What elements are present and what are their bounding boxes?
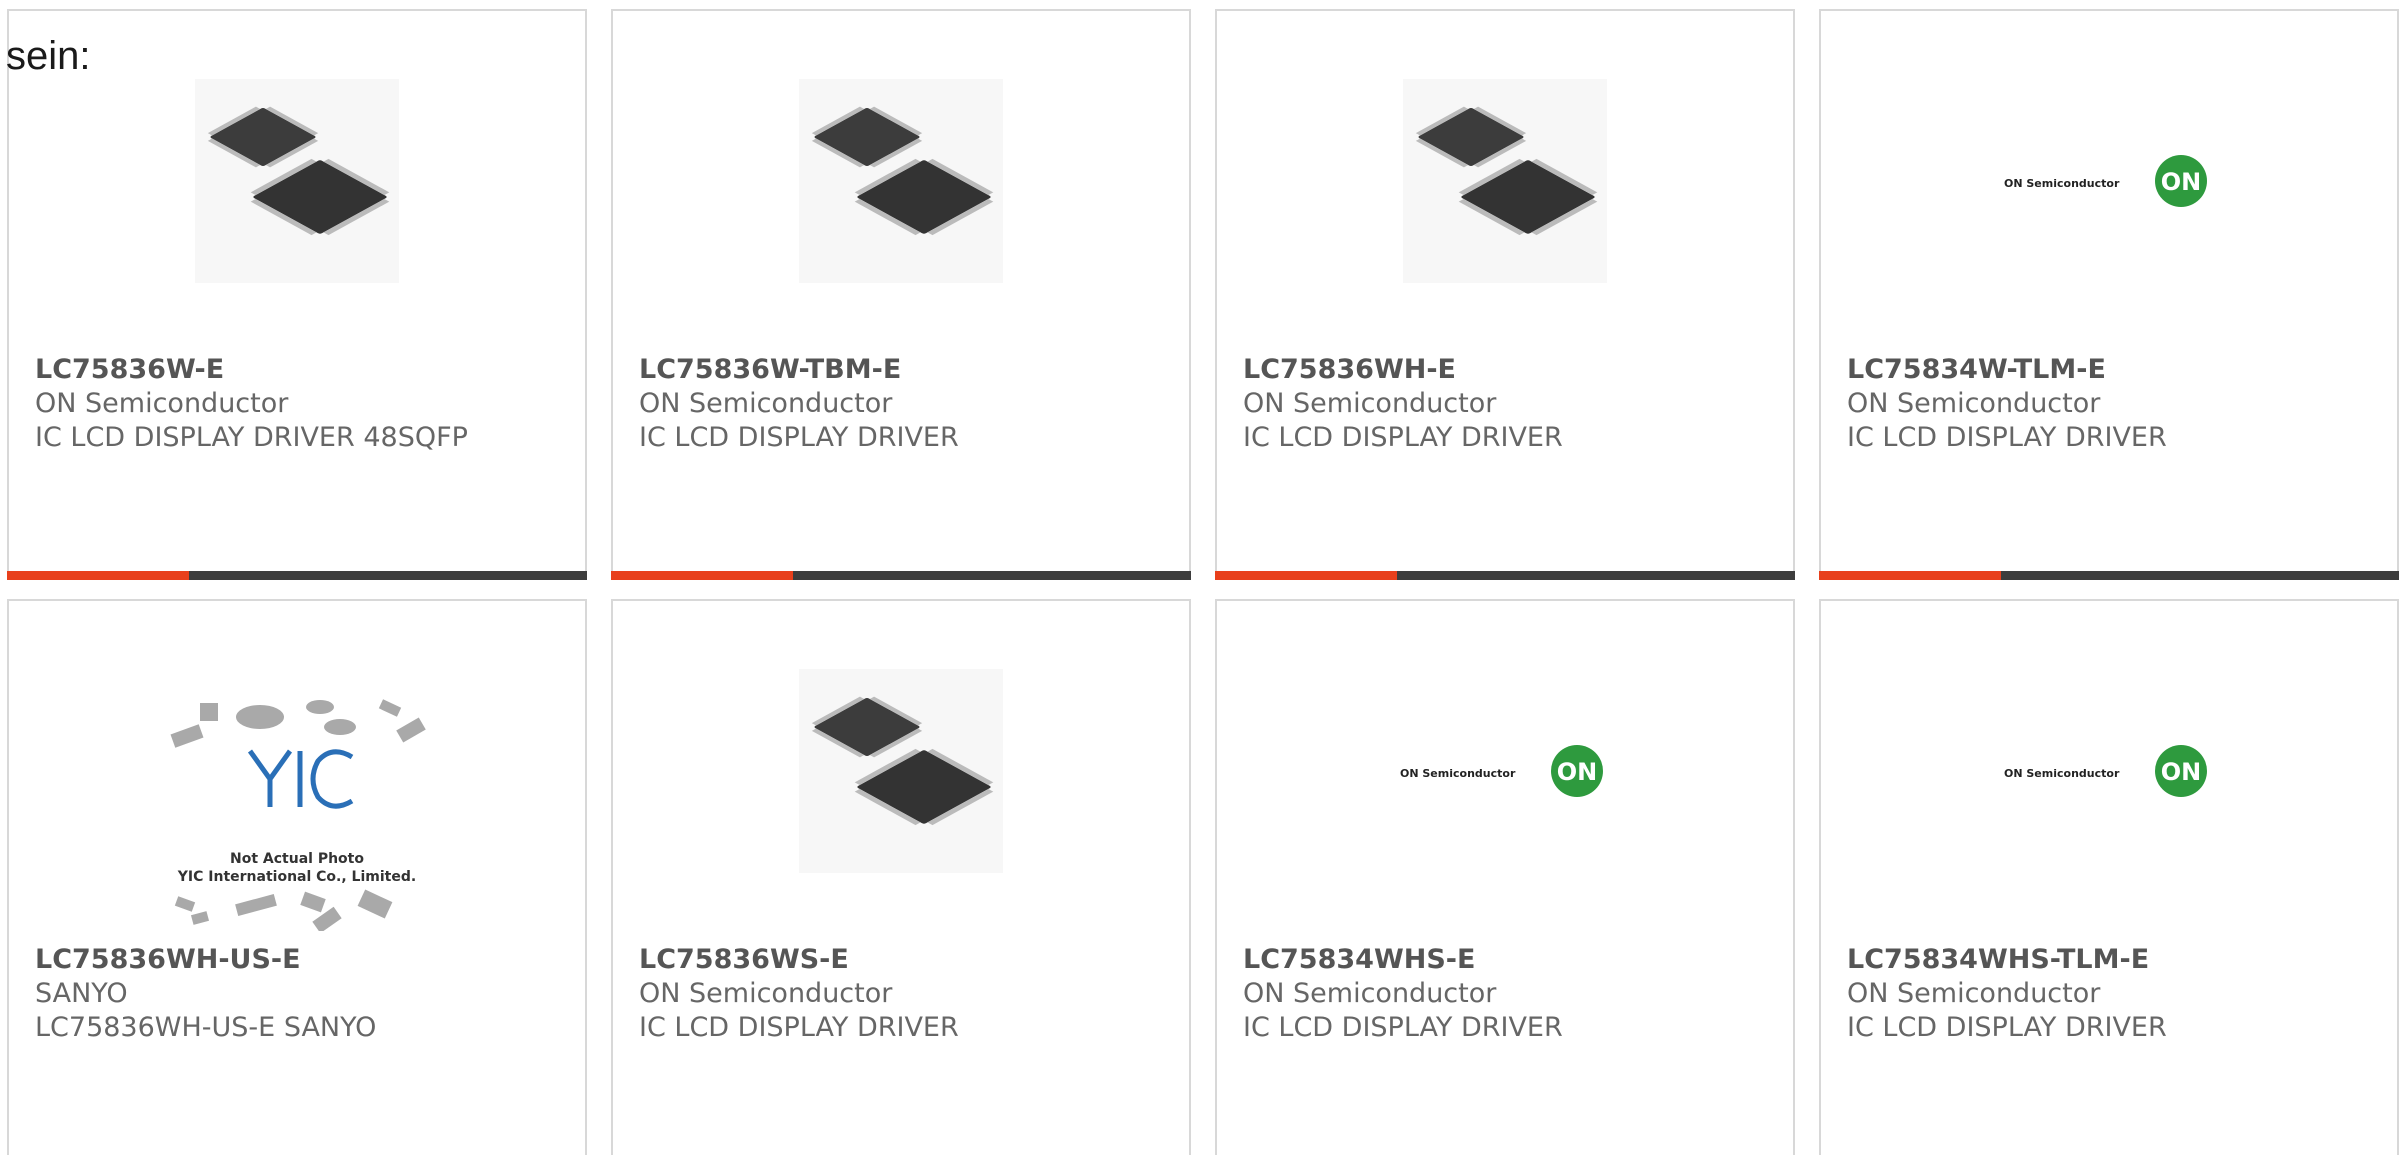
- manufacturer-label: ON Semiconductor: [35, 388, 289, 419]
- intro-text: sein:: [6, 34, 91, 78]
- product-card[interactable]: LC75836WH-E ON Semiconductor IC LCD DISP…: [1215, 9, 1795, 580]
- card-footer-bar: [1215, 571, 1795, 580]
- part-number-link[interactable]: LC75834WHS-E: [1243, 943, 1563, 977]
- part-number-link[interactable]: LC75834WHS-TLM-E: [1847, 943, 2167, 977]
- product-image[interactable]: Not Actual Photo YIC International Co., …: [9, 695, 585, 931]
- product-image[interactable]: [1217, 79, 1793, 283]
- card-accent-bar: [611, 571, 793, 580]
- part-number-link[interactable]: LC75836W-TBM-E: [639, 353, 959, 387]
- card-footer-bar: [7, 571, 587, 580]
- on-semiconductor-logo: ON Semiconductor ON: [2004, 745, 2207, 797]
- manufacturer-label: ON Semiconductor: [639, 978, 893, 1009]
- product-image[interactable]: ON Semiconductor ON: [1821, 669, 2397, 873]
- manufacturer-label: SANYO: [35, 978, 128, 1009]
- on-badge-text: ON: [1557, 758, 1598, 786]
- chip-package-photo: [1403, 79, 1607, 283]
- product-info: LC75834W-TLM-E ON Semiconductor IC LCD D…: [1847, 353, 2167, 455]
- chip-package-photo: [195, 79, 399, 283]
- product-card[interactable]: Not Actual Photo YIC International Co., …: [7, 599, 587, 1155]
- description-label: IC LCD DISPLAY DRIVER: [1847, 1012, 2167, 1043]
- on-semiconductor-logo: ON Semiconductor ON: [2004, 155, 2207, 207]
- on-badge-text: ON: [2161, 168, 2202, 196]
- description-label: IC LCD DISPLAY DRIVER: [639, 422, 959, 453]
- product-card[interactable]: LC75836W-E ON Semiconductor IC LCD DISPL…: [7, 9, 587, 580]
- manufacturer-label: ON Semiconductor: [1243, 978, 1497, 1009]
- yic-not-actual-photo: Not Actual Photo YIC International Co., …: [170, 699, 426, 931]
- card-accent-bar: [1819, 571, 2001, 580]
- part-number-link[interactable]: LC75836WH-US-E: [35, 943, 376, 977]
- product-info: LC75836WS-E ON Semiconductor IC LCD DISP…: [639, 943, 959, 1045]
- chip-thumbnails-top: [170, 699, 426, 748]
- description-label: IC LCD DISPLAY DRIVER 48SQFP: [35, 422, 468, 453]
- part-number-link[interactable]: LC75836WH-E: [1243, 353, 1563, 387]
- product-info: LC75836WH-US-E SANYO LC75836WH-US-E SANY…: [35, 943, 376, 1045]
- card-footer-bar: [1819, 571, 2399, 580]
- product-card[interactable]: ON Semiconductor ON LC75834W-TLM-E ON Se…: [1819, 9, 2399, 580]
- manufacturer-label: ON Semiconductor: [1243, 388, 1497, 419]
- product-card[interactable]: ON Semiconductor ON LC75834WHS-E ON Semi…: [1215, 599, 1795, 1155]
- on-semiconductor-wordmark: ON Semiconductor: [1400, 767, 1516, 780]
- manufacturer-label: ON Semiconductor: [1847, 978, 2101, 1009]
- product-image[interactable]: [9, 79, 585, 283]
- on-semiconductor-wordmark: ON Semiconductor: [2004, 767, 2120, 780]
- card-footer-bar: [611, 571, 1191, 580]
- description-label: LC75836WH-US-E SANYO: [35, 1012, 377, 1043]
- part-number-link[interactable]: LC75834W-TLM-E: [1847, 353, 2167, 387]
- card-accent-bar: [1215, 571, 1397, 580]
- chip-package-photo: [799, 669, 1003, 873]
- product-card[interactable]: ON Semiconductor ON LC75834WHS-TLM-E ON …: [1819, 599, 2399, 1155]
- part-number-link[interactable]: LC75836WS-E: [639, 943, 959, 977]
- on-semiconductor-wordmark: ON Semiconductor: [2004, 177, 2120, 190]
- description-label: IC LCD DISPLAY DRIVER: [639, 1012, 959, 1043]
- yic-company-text: YIC International Co., Limited.: [177, 869, 416, 885]
- manufacturer-label: ON Semiconductor: [639, 388, 893, 419]
- product-info: LC75836WH-E ON Semiconductor IC LCD DISP…: [1243, 353, 1563, 455]
- manufacturer-label: ON Semiconductor: [1847, 388, 2101, 419]
- product-card[interactable]: LC75836WS-E ON Semiconductor IC LCD DISP…: [611, 599, 1191, 1155]
- product-info: LC75836W-TBM-E ON Semiconductor IC LCD D…: [639, 353, 959, 455]
- product-info: LC75834WHS-TLM-E ON Semiconductor IC LCD…: [1847, 943, 2167, 1045]
- chip-package-photo: [799, 79, 1003, 283]
- product-card[interactable]: LC75836W-TBM-E ON Semiconductor IC LCD D…: [611, 9, 1191, 580]
- not-actual-photo-text: Not Actual Photo: [230, 851, 364, 867]
- description-label: IC LCD DISPLAY DRIVER: [1243, 1012, 1563, 1043]
- on-badge-text: ON: [2161, 758, 2202, 786]
- product-grid-page: sein: LC75836W-E ON Semiconductor IC LCD…: [0, 0, 2400, 1155]
- product-info: LC75834WHS-E ON Semiconductor IC LCD DIS…: [1243, 943, 1563, 1045]
- product-image[interactable]: [613, 79, 1189, 283]
- description-label: IC LCD DISPLAY DRIVER: [1243, 422, 1563, 453]
- yic-logo-icon: [247, 749, 354, 809]
- on-semiconductor-logo: ON Semiconductor ON: [1400, 745, 1603, 797]
- description-label: IC LCD DISPLAY DRIVER: [1847, 422, 2167, 453]
- product-image[interactable]: ON Semiconductor ON: [1217, 669, 1793, 873]
- part-number-link[interactable]: LC75836W-E: [35, 353, 468, 387]
- product-image[interactable]: ON Semiconductor ON: [1821, 79, 2397, 283]
- card-accent-bar: [7, 571, 189, 580]
- chip-thumbnails-bottom: [174, 889, 393, 931]
- product-info: LC75836W-E ON Semiconductor IC LCD DISPL…: [35, 353, 468, 455]
- product-image[interactable]: [613, 669, 1189, 873]
